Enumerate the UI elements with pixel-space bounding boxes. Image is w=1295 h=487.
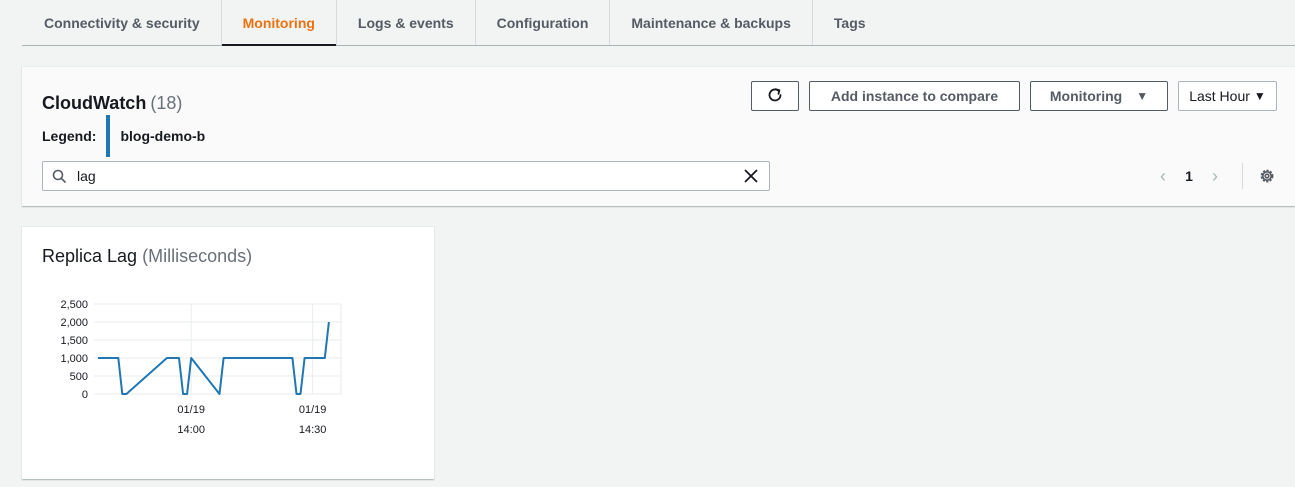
add-instance-compare-label: Add instance to compare [830, 88, 999, 104]
search-field [42, 161, 770, 191]
x-tick-date: 01/19 [299, 404, 327, 416]
tab-connectivity-security[interactable]: Connectivity & security [22, 0, 221, 45]
pagination: ‹ 1 › [1148, 163, 1230, 189]
search-icon [43, 169, 75, 183]
tab-tags[interactable]: Tags [813, 0, 887, 45]
panel-title: CloudWatch (18) [42, 93, 182, 114]
x-tick-time: 14:30 [299, 424, 327, 436]
metric-count: (18) [150, 93, 183, 113]
legend-item: blog-demo-b [120, 128, 206, 144]
caret-down-icon: ▼ [1136, 89, 1149, 103]
replica-lag-chart: 2,500 2,000 1,500 1,000 500 0 01/19 14:00 01/19 1… [60, 299, 342, 436]
panel-title-text: CloudWatch [42, 93, 147, 113]
tab-monitoring[interactable]: Monitoring [221, 0, 337, 46]
y-tick-label: 500 [70, 371, 88, 383]
caret-down-icon: ▼ [1253, 89, 1266, 103]
close-icon[interactable] [733, 169, 769, 183]
legend-color-swatch [106, 115, 111, 157]
legend: Legend: blog-demo-b [42, 115, 205, 157]
x-tick-date: 01/19 [177, 404, 205, 416]
refresh-icon [766, 86, 784, 107]
chevron-right-icon[interactable]: › [1200, 166, 1230, 187]
y-tick-label: 1,500 [60, 335, 88, 347]
y-tick-label: 2,500 [60, 299, 88, 311]
refresh-button[interactable] [751, 81, 799, 111]
add-instance-compare-button[interactable]: Add instance to compare [809, 81, 1020, 111]
y-tick-label: 1,000 [60, 353, 88, 365]
metric-card[interactable]: Replica Lag (Milliseconds) 2,500 2,000 1,5… [22, 226, 434, 479]
y-tick-label: 0 [82, 389, 88, 401]
x-tick-time: 14:00 [177, 424, 205, 436]
monitoring-dropdown[interactable]: Monitoring ▼ [1030, 81, 1168, 111]
gear-icon[interactable] [1258, 167, 1276, 190]
monitoring-dropdown-label: Monitoring [1049, 88, 1123, 104]
time-range-dropdown[interactable]: Last Hour ▼ [1178, 81, 1277, 111]
tab-logs-events[interactable]: Logs & events [337, 0, 475, 45]
page-number[interactable]: 1 [1178, 168, 1200, 184]
cloudwatch-panel: CloudWatch(18) Legend: blog-demo-b Add i… [22, 66, 1295, 206]
chevron-left-icon[interactable]: ‹ [1148, 166, 1178, 187]
tab-configuration[interactable]: Configuration [476, 0, 610, 45]
tab-maintenance-backups[interactable]: Maintenance & backups [610, 0, 812, 45]
time-range-label: Last Hour [1189, 88, 1250, 104]
pagination-divider [1242, 163, 1243, 189]
search-input[interactable] [75, 163, 733, 189]
y-tick-label: 2,000 [60, 317, 88, 329]
legend-label: Legend: [42, 128, 97, 144]
tab-bar: Connectivity & security Monitoring Logs … [22, 0, 1295, 46]
